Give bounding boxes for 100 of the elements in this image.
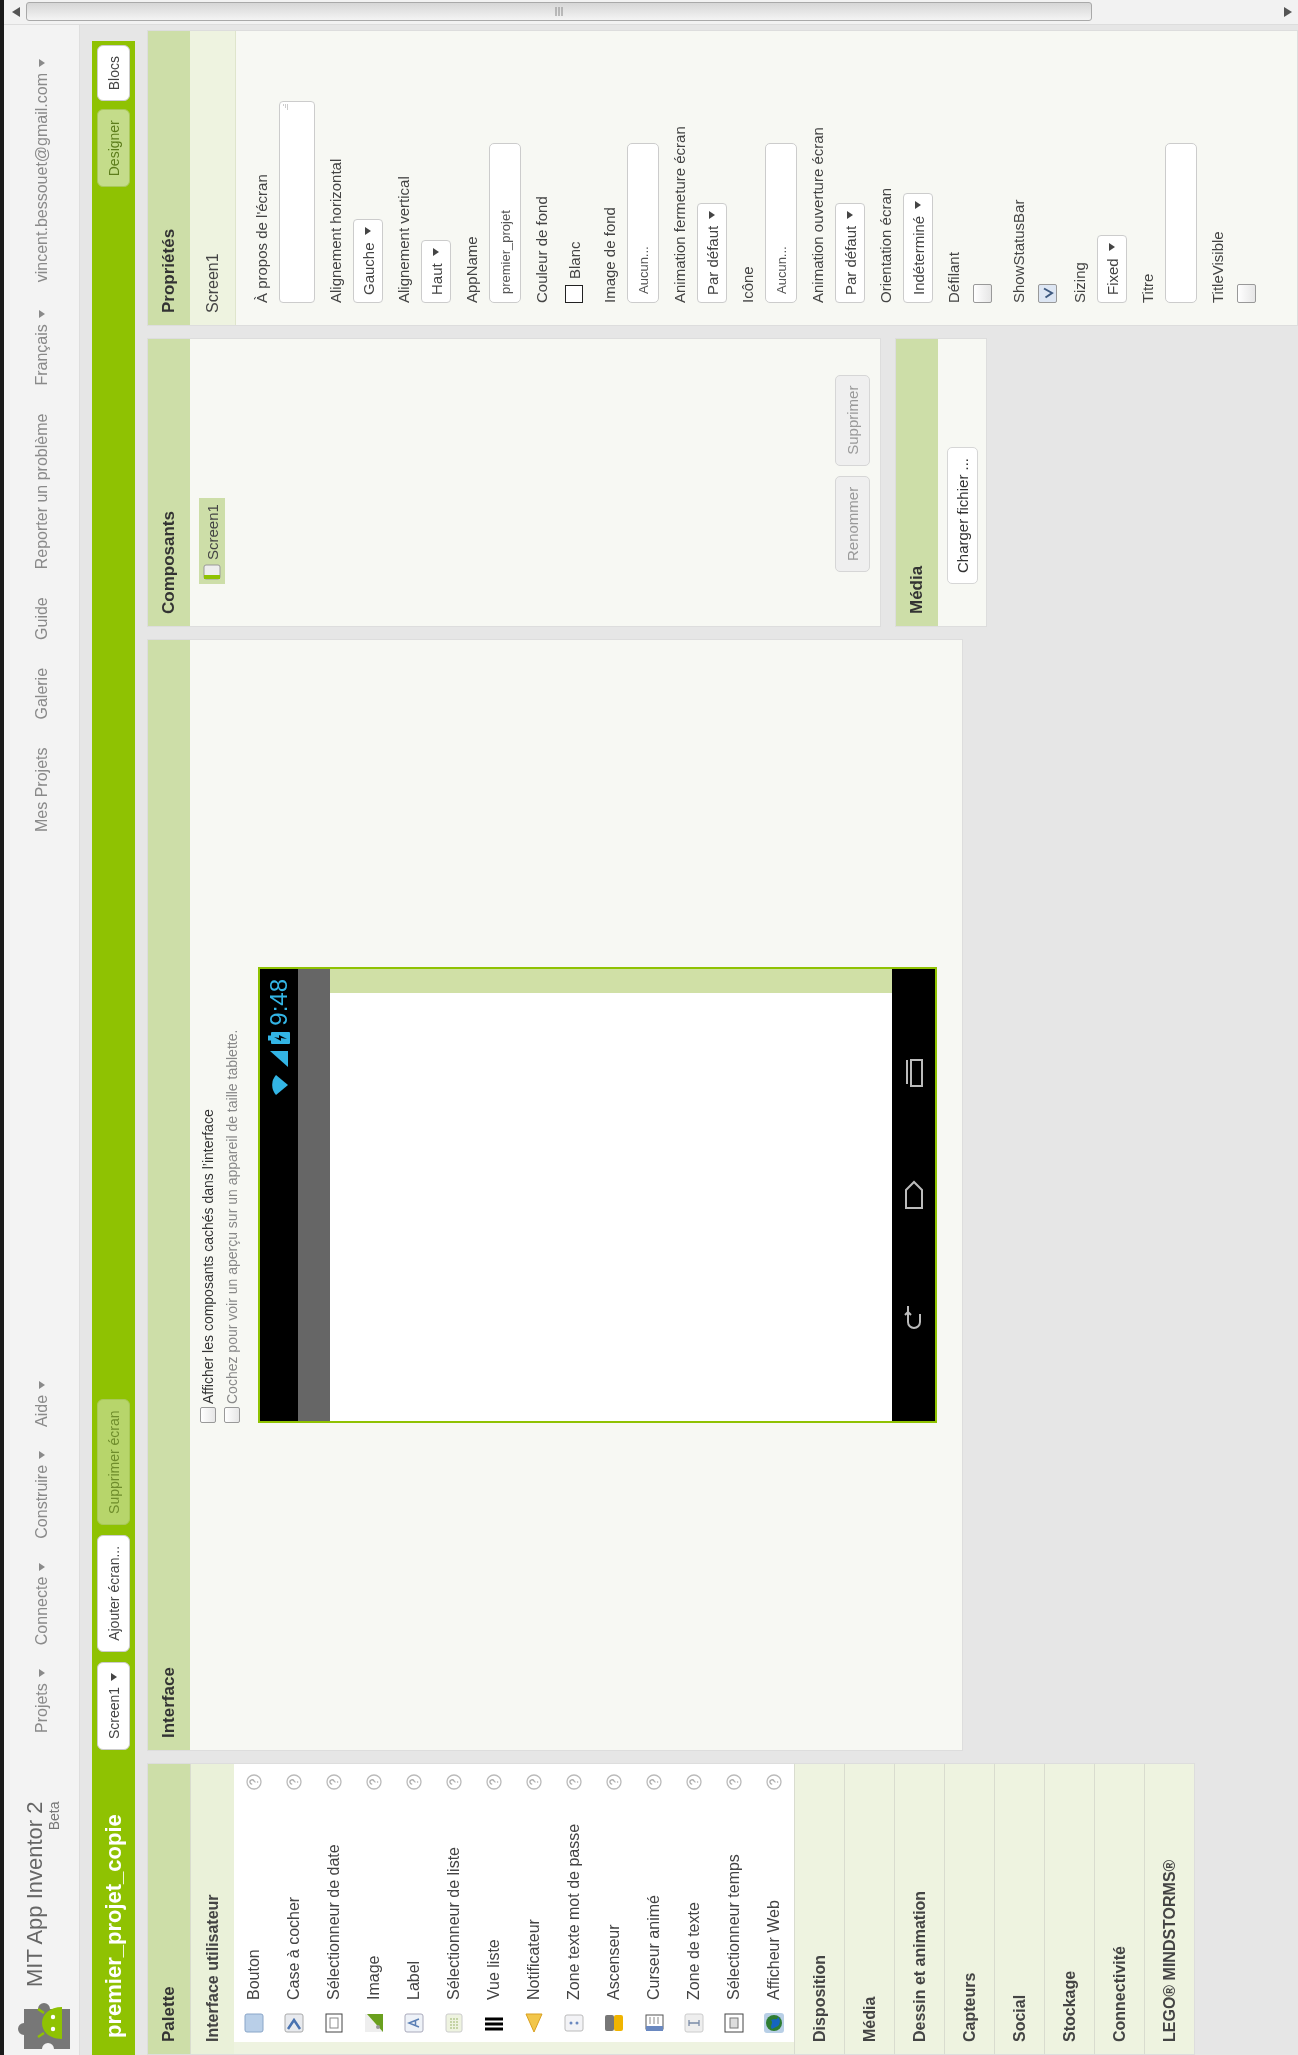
- caret-icon: [709, 210, 715, 219]
- help-icon[interactable]: [686, 1774, 702, 1790]
- category-header[interactable]: Interface utilisateur: [190, 1764, 234, 2054]
- palette-item[interactable]: Zone de texte: [674, 1764, 714, 2042]
- scroll-down-icon[interactable]: [1284, 7, 1292, 17]
- text-field[interactable]: Aucun...: [765, 143, 797, 303]
- palette-item[interactable]: Zone texte mot de passe: [554, 1764, 594, 2042]
- caret-icon: [38, 1450, 45, 1459]
- help-icon[interactable]: [526, 1774, 542, 1790]
- palette-item[interactable]: Label: [394, 1764, 434, 2042]
- checkbox-label: Afficher les composants cachés dans l’interface: [200, 1109, 216, 1404]
- palette-item[interactable]: Afficheur Web: [754, 1764, 794, 2042]
- help-icon[interactable]: [366, 1774, 382, 1790]
- beta-label: Beta: [45, 1801, 62, 1831]
- checkbox[interactable]: [1038, 284, 1057, 303]
- caret-icon: [365, 227, 371, 236]
- screen-dropdown[interactable]: Screen1: [97, 1661, 130, 1750]
- palette-item[interactable]: Sélectionneur de date: [314, 1764, 354, 2042]
- checkbox[interactable]: [1237, 284, 1256, 303]
- help-icon[interactable]: [726, 1774, 742, 1790]
- help-icon[interactable]: [286, 1774, 302, 1790]
- category-header[interactable]: LEGO® MINDSTORMS®: [1144, 1764, 1194, 2054]
- dropdown[interactable]: Par défaut: [835, 202, 865, 303]
- project-title: premier_projet_copie: [100, 1813, 127, 2038]
- caret-icon: [38, 1562, 45, 1571]
- property-label: Image de fond: [600, 207, 619, 303]
- category-header[interactable]: Dessin et animation: [894, 1764, 944, 2054]
- help-icon[interactable]: [766, 1774, 782, 1790]
- palette-item[interactable]: Case à cocher: [274, 1764, 314, 2042]
- palette-item[interactable]: Bouton: [234, 1764, 274, 2042]
- panel-header: Interface: [148, 640, 190, 1750]
- text-cursor-icon: [683, 2012, 705, 2034]
- property-label: Alignement horizontal: [326, 158, 345, 303]
- checkbox[interactable]: [200, 1407, 216, 1423]
- view-tab[interactable]: Blocs: [97, 45, 130, 102]
- category-header[interactable]: Stockage: [1044, 1764, 1094, 2054]
- dropdown[interactable]: Fixed: [1097, 235, 1127, 303]
- property-label: TitleVisible: [1208, 231, 1227, 303]
- dropdown[interactable]: Haut: [421, 240, 451, 303]
- palette-item[interactable]: Vue liste: [474, 1764, 514, 2042]
- caret-icon: [1109, 243, 1115, 252]
- palette-item[interactable]: Ascenseur: [594, 1764, 634, 2042]
- dropdown[interactable]: Indéterminé: [903, 192, 933, 303]
- help-icon[interactable]: [406, 1774, 422, 1790]
- palette-item[interactable]: Curseur animé: [634, 1764, 674, 2042]
- property-label: ShowStatusBar: [1009, 199, 1028, 303]
- scrollbar-thumb[interactable]: [26, 2, 1092, 22]
- color-swatch[interactable]: [565, 285, 583, 303]
- caret-icon: [38, 1669, 45, 1678]
- checkbox[interactable]: [973, 284, 992, 303]
- help-icon[interactable]: [606, 1774, 622, 1790]
- caret-icon: [38, 1380, 45, 1389]
- palette-item[interactable]: Notificateur: [514, 1764, 554, 2042]
- panel-header: Média: [896, 339, 938, 626]
- list-icon: [443, 2012, 465, 2034]
- property-label: Animation fermeture écran: [670, 126, 689, 303]
- globe-icon: [763, 2012, 785, 2034]
- property-label: Animation ouverture écran: [808, 127, 827, 303]
- caret-icon: [915, 200, 921, 209]
- tree-item-label: Screen1: [203, 504, 221, 560]
- panel-header: Composants: [148, 339, 190, 626]
- palette-item[interactable]: Sélectionneur de liste: [434, 1764, 474, 2042]
- toolbar-button[interactable]: Ajouter écran...: [97, 1534, 130, 1652]
- square-icon: [243, 2012, 265, 2034]
- scroll-up-icon[interactable]: [12, 7, 20, 17]
- help-icon[interactable]: [326, 1774, 342, 1790]
- home-icon[interactable]: [903, 1180, 924, 1210]
- tree-item[interactable]: Screen1: [199, 498, 225, 584]
- text-field[interactable]: premier_projet: [489, 143, 521, 303]
- palette-item[interactable]: Sélectionneur temps: [714, 1764, 754, 2042]
- category-header[interactable]: Disposition: [794, 1764, 844, 2054]
- letter-tile-icon: [403, 2012, 425, 2034]
- calendar-icon: [323, 2012, 345, 2034]
- property-label: Titre: [1138, 273, 1157, 303]
- help-icon[interactable]: [446, 1774, 462, 1790]
- category-header[interactable]: Média: [844, 1764, 894, 2054]
- battery-icon: [268, 1031, 290, 1044]
- property-label: AppName: [462, 236, 481, 303]
- caret-icon: [433, 248, 439, 257]
- text-field[interactable]: Aucun...: [627, 143, 659, 303]
- dropdown[interactable]: Gauche: [353, 219, 383, 303]
- upload-button[interactable]: Charger fichier ...: [946, 446, 978, 584]
- panel-header: Propriétés: [150, 31, 190, 325]
- category-header[interactable]: Capteurs: [944, 1764, 994, 2054]
- recent-apps-icon[interactable]: [903, 1058, 924, 1088]
- help-icon[interactable]: [566, 1774, 582, 1790]
- text-area[interactable]: [279, 101, 315, 303]
- palette-item[interactable]: Image: [354, 1764, 394, 2042]
- property-label: Alignement vertical: [394, 176, 413, 303]
- dropdown[interactable]: Par défaut: [697, 202, 727, 303]
- category-header[interactable]: Connectivité: [1094, 1764, 1144, 2054]
- warning-triangle-icon: [523, 2012, 545, 2034]
- checkbox-label: Cochez pour voir un aperçu sur un appareil de taille tablette.: [224, 1029, 240, 1404]
- help-icon[interactable]: [246, 1774, 262, 1790]
- help-icon[interactable]: [486, 1774, 502, 1790]
- text-field[interactable]: [1165, 143, 1197, 303]
- component-name: Screen1: [190, 31, 236, 325]
- category-header[interactable]: Social: [994, 1764, 1044, 2054]
- help-icon[interactable]: [646, 1774, 662, 1790]
- panel-header: Palette: [148, 1764, 190, 2054]
